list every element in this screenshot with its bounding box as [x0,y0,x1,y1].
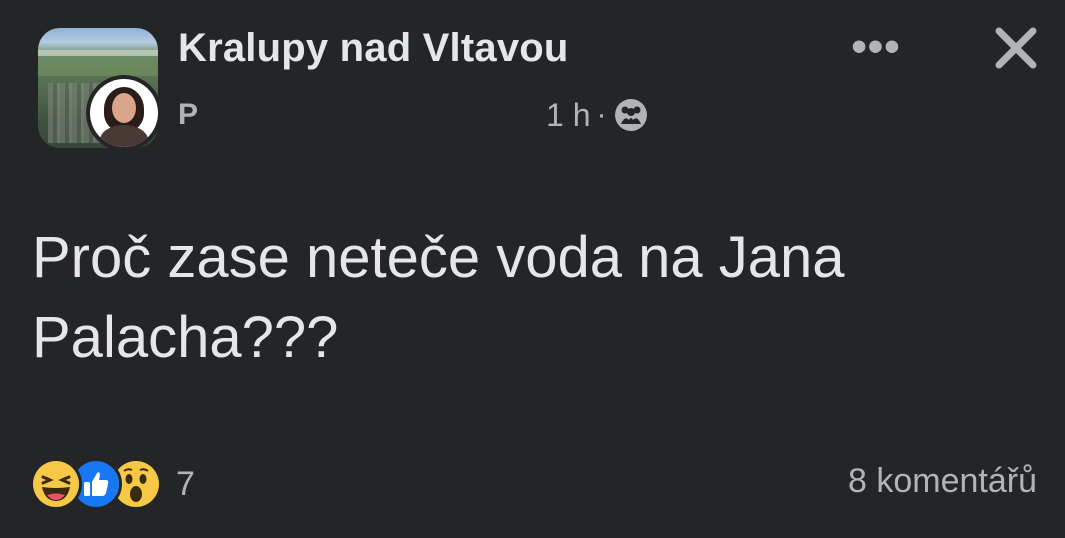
post-text-line: Palacha??? [32,305,339,370]
group-name-link[interactable]: Kralupy nad Vltavou [178,26,569,71]
comments-count-link[interactable]: 8 komentářů [848,462,1037,501]
post-card: Kralupy nad Vltavou P 1 h · ••• Proč zas… [0,0,1065,538]
author-avatar[interactable] [86,75,162,151]
close-icon[interactable] [990,22,1042,74]
post-timestamp[interactable]: 1 h [546,97,590,134]
post-meta: P 1 h · [178,93,648,137]
post-body: Proč zase neteče voda na Jana Palacha??? [32,218,1042,378]
haha-icon [30,458,82,510]
reactions-summary[interactable]: 7 [30,458,195,510]
post-text-line: Proč zase neteče voda na Jana [32,225,845,290]
public-group-icon[interactable] [614,98,648,132]
author-name-link[interactable]: P [178,98,538,132]
more-options-button[interactable]: ••• [846,25,906,69]
meta-separator: · [596,98,607,131]
reaction-count: 7 [176,464,195,503]
